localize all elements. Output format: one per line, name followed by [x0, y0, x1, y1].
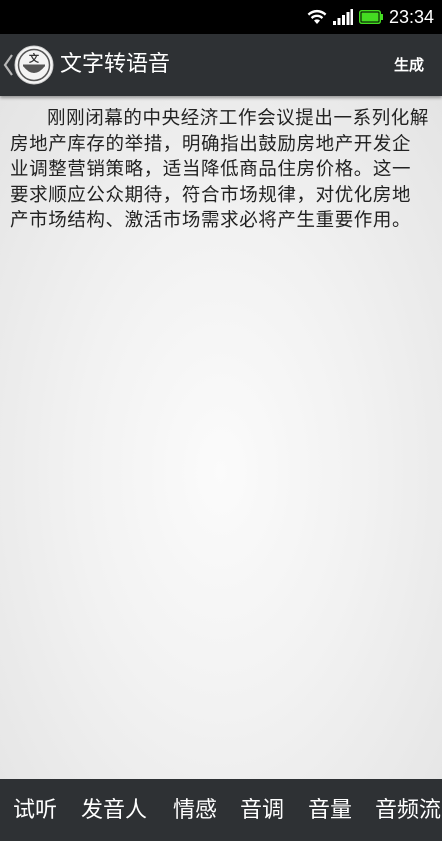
battery-icon	[358, 10, 383, 24]
bottom-tab-bar: 试听 发音人 情感 音调 音量 音频流	[0, 779, 442, 841]
tab-emotion[interactable]: 情感	[173, 779, 217, 841]
tab-audio-stream[interactable]: 音频流	[375, 779, 441, 841]
app-icon-glyph: 文	[29, 52, 40, 65]
tab-preview[interactable]: 试听	[13, 779, 57, 841]
main-content: 刚刚闭幕的中央经济工作会议提出一系列化解房地产库存的举措，明确指出鼓励房地产开发…	[0, 96, 442, 779]
status-time: 23:34	[388, 7, 434, 27]
tab-speaker[interactable]: 发音人	[81, 779, 147, 841]
action-bar: 文 文字转语音 生成	[0, 34, 442, 96]
app-icon[interactable]: 文	[14, 45, 54, 85]
text-input-area[interactable]: 刚刚闭幕的中央经济工作会议提出一系列化解房地产库存的举措，明确指出鼓励房地产开发…	[10, 106, 430, 234]
page-title: 文字转语音	[60, 52, 171, 77]
status-indicators: 23:34	[307, 0, 434, 34]
tab-volume[interactable]: 音量	[308, 779, 352, 841]
generate-button[interactable]: 生成	[394, 34, 424, 96]
status-bar: 23:34	[0, 0, 442, 34]
back-chevron-icon[interactable]	[2, 52, 14, 78]
signal-icon	[332, 9, 353, 25]
wifi-icon	[307, 9, 327, 24]
tab-pitch[interactable]: 音调	[240, 779, 284, 841]
